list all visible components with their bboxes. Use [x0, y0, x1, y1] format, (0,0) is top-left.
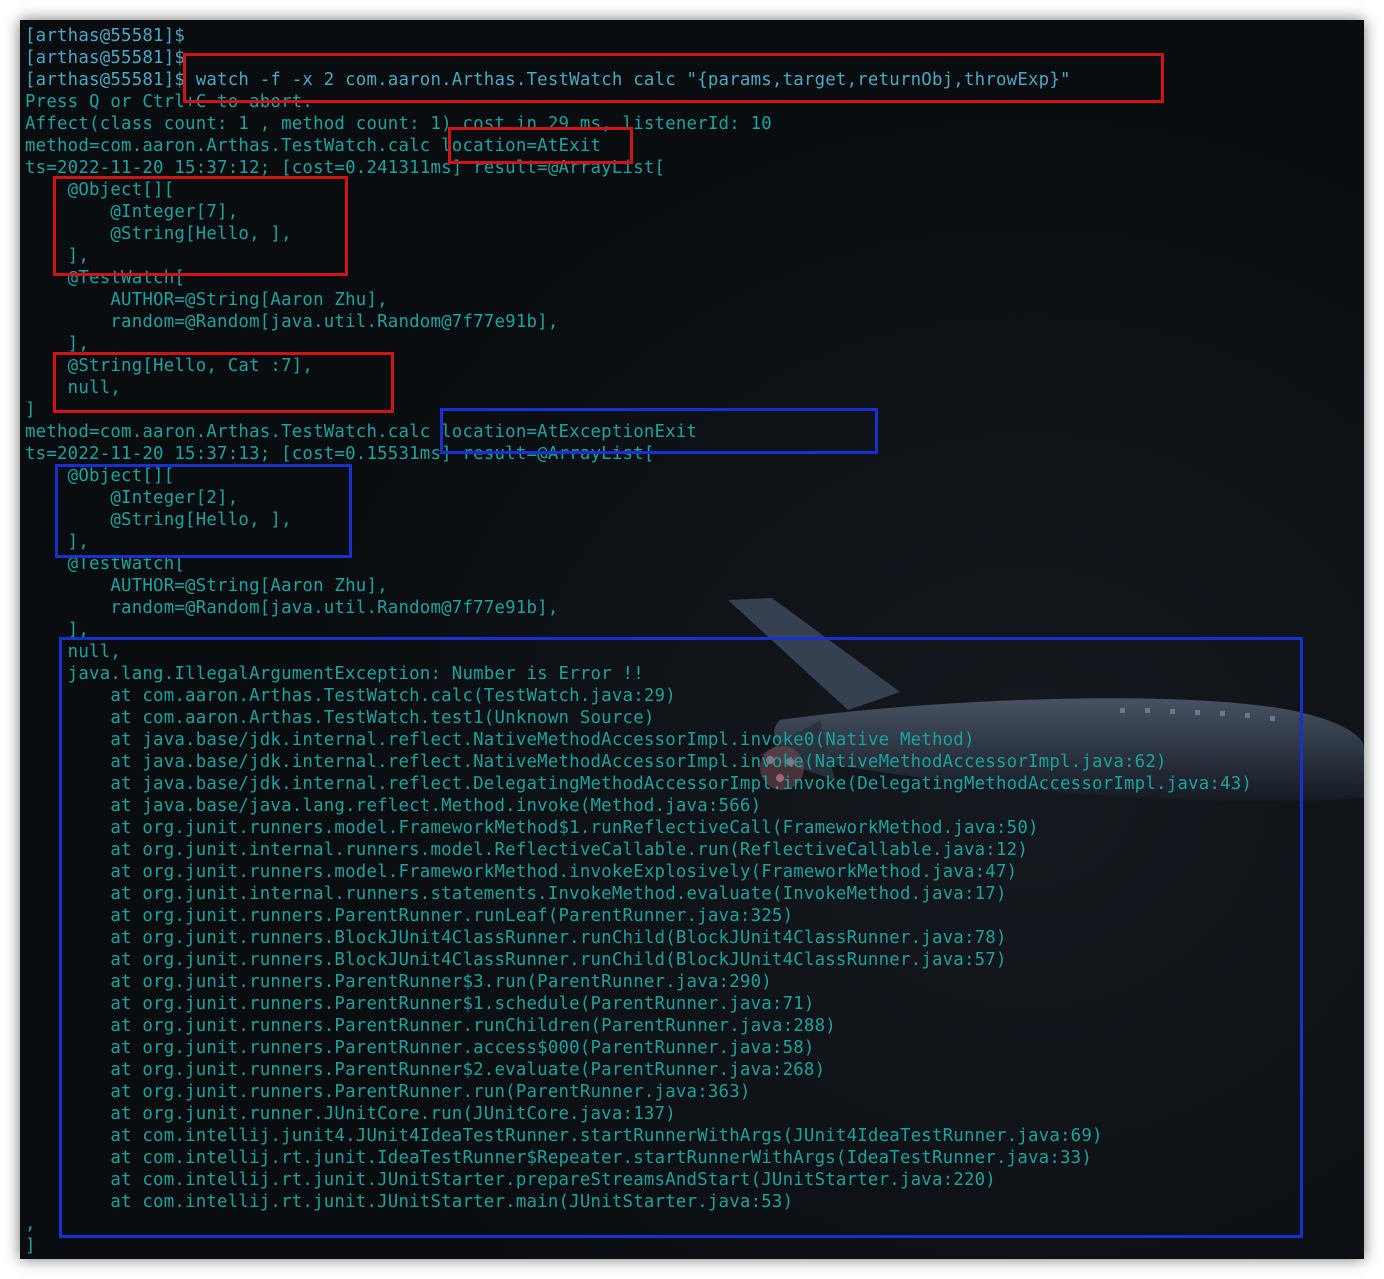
output-line: AUTHOR=@String[Aaron Zhu],: [25, 290, 388, 310]
output-line: ts=2022-11-20 15:37:12; [cost=0.241311ms…: [25, 158, 666, 178]
prompt-line: [arthas@55581]$ watch -f -x 2 com.aaron.…: [25, 70, 1071, 90]
stack-trace-line: at org.junit.runners.BlockJUnit4ClassRun…: [25, 928, 1007, 948]
stack-trace-line: at org.junit.runners.ParentRunner$3.run(…: [25, 972, 772, 992]
stack-trace-line: at com.intellij.rt.junit.IdeaTestRunner$…: [25, 1148, 1093, 1168]
output-line: @String[Hello, Cat :7],: [25, 356, 314, 376]
stack-trace-line: at org.junit.runners.ParentRunner.access…: [25, 1038, 815, 1058]
output-line: null,: [25, 642, 122, 662]
stack-trace-line: at java.base/java.lang.reflect.Method.in…: [25, 796, 762, 816]
stack-trace-line: at java.base/jdk.internal.reflect.Delega…: [25, 774, 1253, 794]
output-line: @Integer[7],: [25, 202, 239, 222]
output-line: method=com.aaron.Arthas.TestWatch.calc l…: [25, 136, 602, 156]
output-line: method=com.aaron.Arthas.TestWatch.calc l…: [25, 422, 698, 442]
stack-trace-line: at org.junit.runners.ParentRunner.runChi…: [25, 1016, 836, 1036]
output-line: ,: [25, 1214, 36, 1234]
stack-trace-line: at org.junit.runners.model.FrameworkMeth…: [25, 862, 1018, 882]
output-line: AUTHOR=@String[Aaron Zhu],: [25, 576, 388, 596]
stack-trace-line: at org.junit.runners.model.FrameworkMeth…: [25, 818, 1039, 838]
output-line: @String[Hello, ],: [25, 510, 292, 530]
stack-trace-line: at com.aaron.Arthas.TestWatch.calc(TestW…: [25, 686, 676, 706]
output-line: ],: [25, 620, 90, 640]
output-line: java.lang.IllegalArgumentException: Numb…: [25, 664, 644, 684]
terminal-window: [arthas@55581]$ [arthas@55581]$ [arthas@55…: [20, 20, 1364, 1259]
stack-trace-line: at com.intellij.rt.junit.JUnitStarter.pr…: [25, 1170, 996, 1190]
output-line: ts=2022-11-20 15:37:13; [cost=0.15531ms]…: [25, 444, 655, 464]
output-line: @Object[][: [25, 466, 175, 486]
stack-trace-line: at org.junit.runners.ParentRunner$2.eval…: [25, 1060, 826, 1080]
output-line: null,: [25, 378, 122, 398]
output-line: random=@Random[java.util.Random@7f77e91b…: [25, 312, 559, 332]
output-line: @Object[][: [25, 180, 175, 200]
stack-trace-line: at java.base/jdk.internal.reflect.Native…: [25, 730, 975, 750]
output-line: ]: [25, 1236, 36, 1256]
output-line: @TestWatch[: [25, 268, 186, 288]
output-line: Affect(class count: 1 , method count: 1)…: [25, 114, 772, 134]
stack-trace-line: at com.intellij.rt.junit.JUnitStarter.ma…: [25, 1192, 794, 1212]
output-line: @Integer[2],: [25, 488, 239, 508]
stack-trace-line: at org.junit.internal.runners.statements…: [25, 884, 1007, 904]
prompt-line: [arthas@55581]$: [25, 48, 186, 68]
output-line: ]: [25, 400, 36, 420]
output-line: @TestWatch[: [25, 554, 186, 574]
output-line: ],: [25, 246, 90, 266]
prompt-line: [arthas@55581]$: [25, 26, 186, 46]
stack-trace-line: at org.junit.runner.JUnitCore.run(JUnitC…: [25, 1104, 676, 1124]
stack-trace-line: at org.junit.internal.runners.model.Refl…: [25, 840, 1028, 860]
stack-trace-line: at org.junit.runners.ParentRunner$1.sche…: [25, 994, 815, 1014]
output-line: @String[Hello, ],: [25, 224, 292, 244]
terminal-output[interactable]: [arthas@55581]$ [arthas@55581]$ [arthas@55…: [25, 25, 1252, 1257]
stack-trace-line: at com.aaron.Arthas.TestWatch.test1(Unkn…: [25, 708, 655, 728]
output-line: Press Q or Ctrl+C to abort.: [25, 92, 314, 112]
stack-trace-line: at com.intellij.junit4.JUnit4IdeaTestRun…: [25, 1126, 1103, 1146]
output-line: ],: [25, 334, 90, 354]
output-line: ],: [25, 532, 90, 552]
stack-trace-line: at org.junit.runners.ParentRunner.run(Pa…: [25, 1082, 751, 1102]
output-line: random=@Random[java.util.Random@7f77e91b…: [25, 598, 559, 618]
stack-trace-line: at org.junit.runners.BlockJUnit4ClassRun…: [25, 950, 1007, 970]
stack-trace-line: at java.base/jdk.internal.reflect.Native…: [25, 752, 1167, 772]
stack-trace-line: at org.junit.runners.ParentRunner.runLea…: [25, 906, 794, 926]
